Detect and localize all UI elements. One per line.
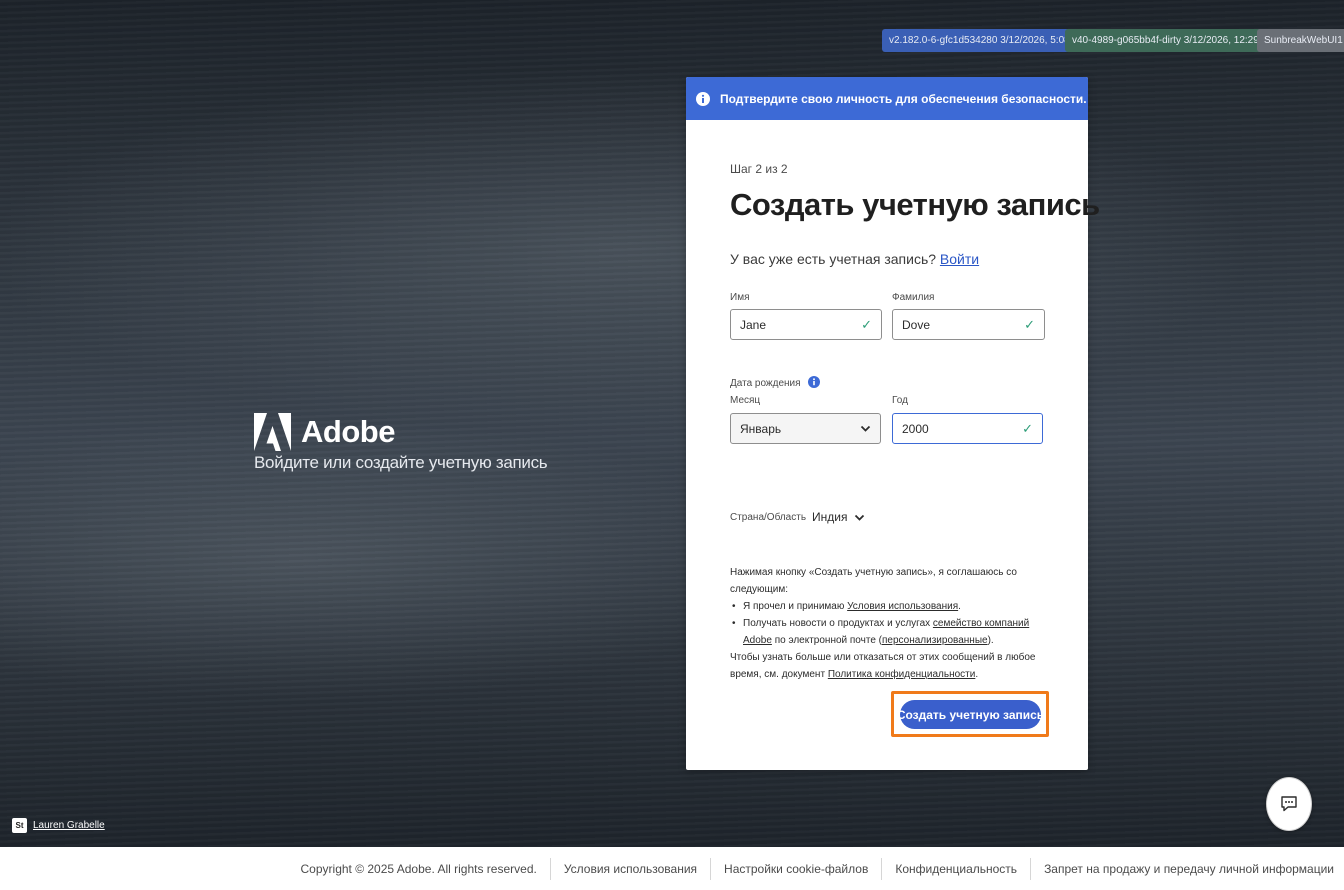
first-name-value: Jane xyxy=(740,317,767,332)
banner-text: Подтвердите свою личность для обеспечени… xyxy=(720,91,1087,106)
have-account-text: У вас уже есть учетная запись? Войти xyxy=(730,251,979,267)
chat-button[interactable] xyxy=(1266,777,1312,831)
checkmark-icon: ✓ xyxy=(1022,420,1033,436)
info-icon[interactable] xyxy=(808,376,821,388)
legal-outro: Чтобы узнать больше или отказаться от эт… xyxy=(730,652,1036,680)
page-title: Создать учетную запись xyxy=(730,187,1100,222)
background-image xyxy=(0,0,1344,847)
step-indicator: Шаг 2 из 2 xyxy=(730,162,788,176)
month-label: Месяц xyxy=(730,395,761,406)
photo-credit: St Lauren Grabelle xyxy=(12,818,105,833)
last-name-field[interactable]: Dove ✓ xyxy=(892,309,1045,340)
year-label: Год xyxy=(892,395,908,406)
copyright-text: Copyright © 2025 Adobe. All rights reser… xyxy=(300,861,537,876)
create-account-button[interactable]: Создать учетную запись xyxy=(897,700,1044,729)
info-icon xyxy=(696,91,710,106)
month-value: Январь xyxy=(740,421,782,436)
country-label: Страна/Область xyxy=(730,511,807,523)
terms-link[interactable]: Условия использования xyxy=(847,601,958,612)
footer-terms-link[interactable]: Условия использования xyxy=(551,862,710,876)
first-name-field[interactable]: Jane ✓ xyxy=(730,309,882,340)
dob-label-text: Дата рождения xyxy=(730,378,801,389)
brand-name: Adobe xyxy=(301,414,395,449)
sign-in-link[interactable]: Войти xyxy=(940,251,979,267)
country-selector[interactable]: Страна/Область Индия xyxy=(730,510,865,524)
checkmark-icon: ✓ xyxy=(861,316,872,332)
signup-card: Подтвердите свою личность для обеспечени… xyxy=(686,77,1100,770)
legal-intro: Нажимая кнопку «Создать учетную запись»,… xyxy=(730,567,1017,595)
adobe-logo-icon xyxy=(254,413,291,451)
submit-highlight: Создать учетную запись xyxy=(891,691,1049,737)
footer-do-not-sell-link[interactable]: Запрет на продажу и передачу личной инфо… xyxy=(1031,862,1334,876)
last-name-label: Фамилия xyxy=(892,292,935,303)
last-name-value: Dove xyxy=(902,317,931,332)
month-select[interactable]: Январь xyxy=(730,413,881,444)
chat-icon xyxy=(1281,796,1297,812)
footer: Copyright © 2025 Adobe. All rights reser… xyxy=(0,847,1344,890)
have-account-label: У вас уже есть учетная запись? xyxy=(730,251,937,267)
brand-block: Adobe Войдите или создайте учетную запис… xyxy=(254,413,548,473)
personalized-link[interactable]: персонализированные xyxy=(882,635,988,646)
checkmark-icon: ✓ xyxy=(1024,316,1035,332)
footer-privacy-link[interactable]: Конфиденциальность xyxy=(882,862,1030,876)
footer-cookies-link[interactable]: Настройки cookie-файлов xyxy=(711,862,881,876)
photographer-link[interactable]: Lauren Grabelle xyxy=(33,820,105,831)
legal-item-news: Получать новости о продуктах и услугах с… xyxy=(730,615,1050,649)
version-badge-app: SunbreakWebUI1 xyxy=(1257,29,1344,52)
year-value: 2000 xyxy=(902,421,929,436)
chevron-down-icon xyxy=(854,514,864,521)
first-name-label: Имя xyxy=(730,292,750,303)
stock-logo-icon: St xyxy=(12,818,27,833)
privacy-policy-link[interactable]: Политика конфиденциальности xyxy=(828,669,976,680)
year-field[interactable]: 2000 ✓ xyxy=(892,413,1043,444)
dob-label: Дата рождения xyxy=(730,376,821,389)
identity-banner: Подтвердите свою личность для обеспечени… xyxy=(686,77,1088,120)
legal-consent: Нажимая кнопку «Создать учетную запись»,… xyxy=(730,564,1050,683)
chevron-down-icon xyxy=(860,425,871,432)
legal-item-terms: Я прочел и принимаю Условия использовани… xyxy=(730,598,1050,615)
brand-tagline: Войдите или создайте учетную запись xyxy=(254,453,548,472)
country-value: Индия xyxy=(812,510,848,524)
